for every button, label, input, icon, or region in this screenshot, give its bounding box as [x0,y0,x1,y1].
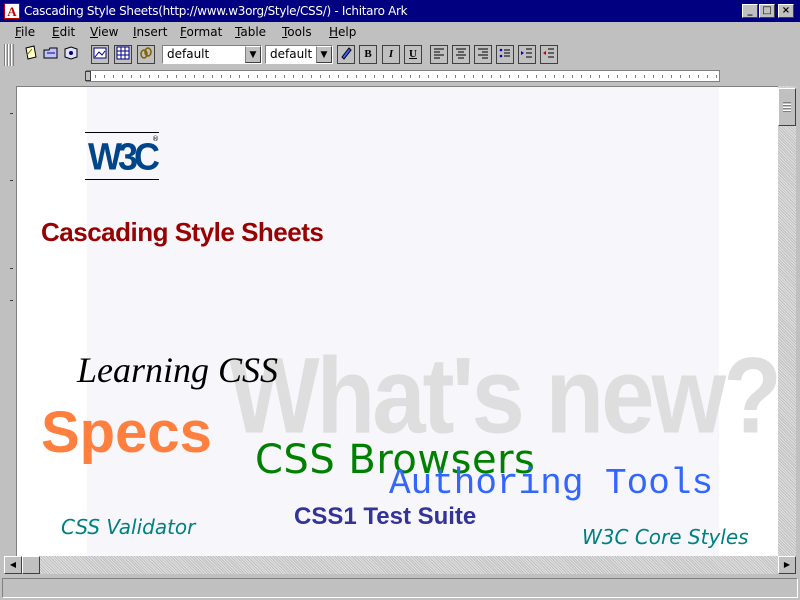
chevron-down-icon[interactable]: ▼ [245,46,261,63]
ruler-tick [10,300,13,301]
minimize-button[interactable]: _ [742,4,758,18]
toolbar: default ▼ default ▼ B I U [0,42,800,68]
align-right-icon[interactable] [474,45,492,64]
vertical-scrollbar[interactable] [778,86,796,556]
toolbar-grip[interactable] [4,44,14,66]
table-icon[interactable] [114,45,132,64]
chevron-down-icon[interactable]: ▼ [316,46,332,63]
specs-link[interactable]: Specs [41,399,212,466]
title-bar[interactable]: A Cascading Style Sheets(http://www.w3or… [0,0,800,22]
menu-view[interactable]: View [90,25,118,39]
image-icon[interactable] [91,45,109,64]
align-center-icon[interactable] [452,45,470,64]
authoring-tools-link[interactable]: Authoring Tools [389,463,713,504]
w3c-core-styles-link[interactable]: W3C Core Styles [582,525,749,549]
menu-help[interactable]: Help [329,25,356,39]
align-left-icon[interactable] [430,45,448,64]
save-icon[interactable] [62,45,80,64]
horizontal-scrollbar[interactable]: ◀ ▶ [4,556,796,574]
italic-button[interactable]: I [382,45,400,64]
pen-color-icon[interactable] [337,45,355,64]
open-folder-icon[interactable] [42,45,60,64]
status-panel [2,578,798,598]
scroll-left-button[interactable]: ◀ [4,556,22,574]
size-select[interactable]: default ▼ [265,45,333,64]
scroll-right-button[interactable]: ▶ [778,556,796,574]
bold-button[interactable]: B [359,45,377,64]
w3c-logo[interactable]: W3C ® [85,132,160,180]
menu-edit[interactable]: Edit [52,25,75,39]
horizontal-scroll-thumb[interactable] [22,556,40,574]
vertical-scroll-thumb[interactable] [778,88,796,126]
ruler-tick [10,113,13,114]
status-bar [0,576,800,600]
learning-css-link[interactable]: Learning CSS [77,349,278,391]
ruler-tick [10,268,13,269]
vertical-ruler [6,88,16,554]
new-document-icon[interactable] [22,45,40,64]
app-icon[interactable]: A [4,3,20,19]
ruler-margin-marker[interactable] [85,71,91,81]
page-title: Cascading Style Sheets [41,217,324,247]
css1-test-suite-link[interactable]: CSS1 Test Suite [294,503,476,531]
menu-file[interactable]: File [15,25,35,39]
maximize-button[interactable]: □ [759,4,775,18]
outdent-icon[interactable] [540,45,558,64]
bullet-list-icon[interactable] [496,45,514,64]
menu-format[interactable]: Format [180,25,222,39]
horizontal-ruler[interactable] [85,70,720,82]
menu-bar: File Edit View Insert Format Table Tools… [0,22,800,42]
window-title: Cascading Style Sheets(http://www.w3org/… [24,4,408,18]
underline-button[interactable]: U [404,45,422,64]
link-icon[interactable] [137,45,155,64]
css-validator-link[interactable]: CSS Validator [61,515,195,539]
ruler-tick [10,180,13,181]
indent-icon[interactable] [518,45,536,64]
document-area[interactable]: W3C ® Cascading Style Sheets What's new?… [16,86,778,556]
font-select[interactable]: default ▼ [162,45,262,64]
menu-insert[interactable]: Insert [133,25,167,39]
menu-table[interactable]: Table [235,25,266,39]
menu-tools[interactable]: Tools [282,25,312,39]
close-button[interactable]: × [778,4,794,18]
